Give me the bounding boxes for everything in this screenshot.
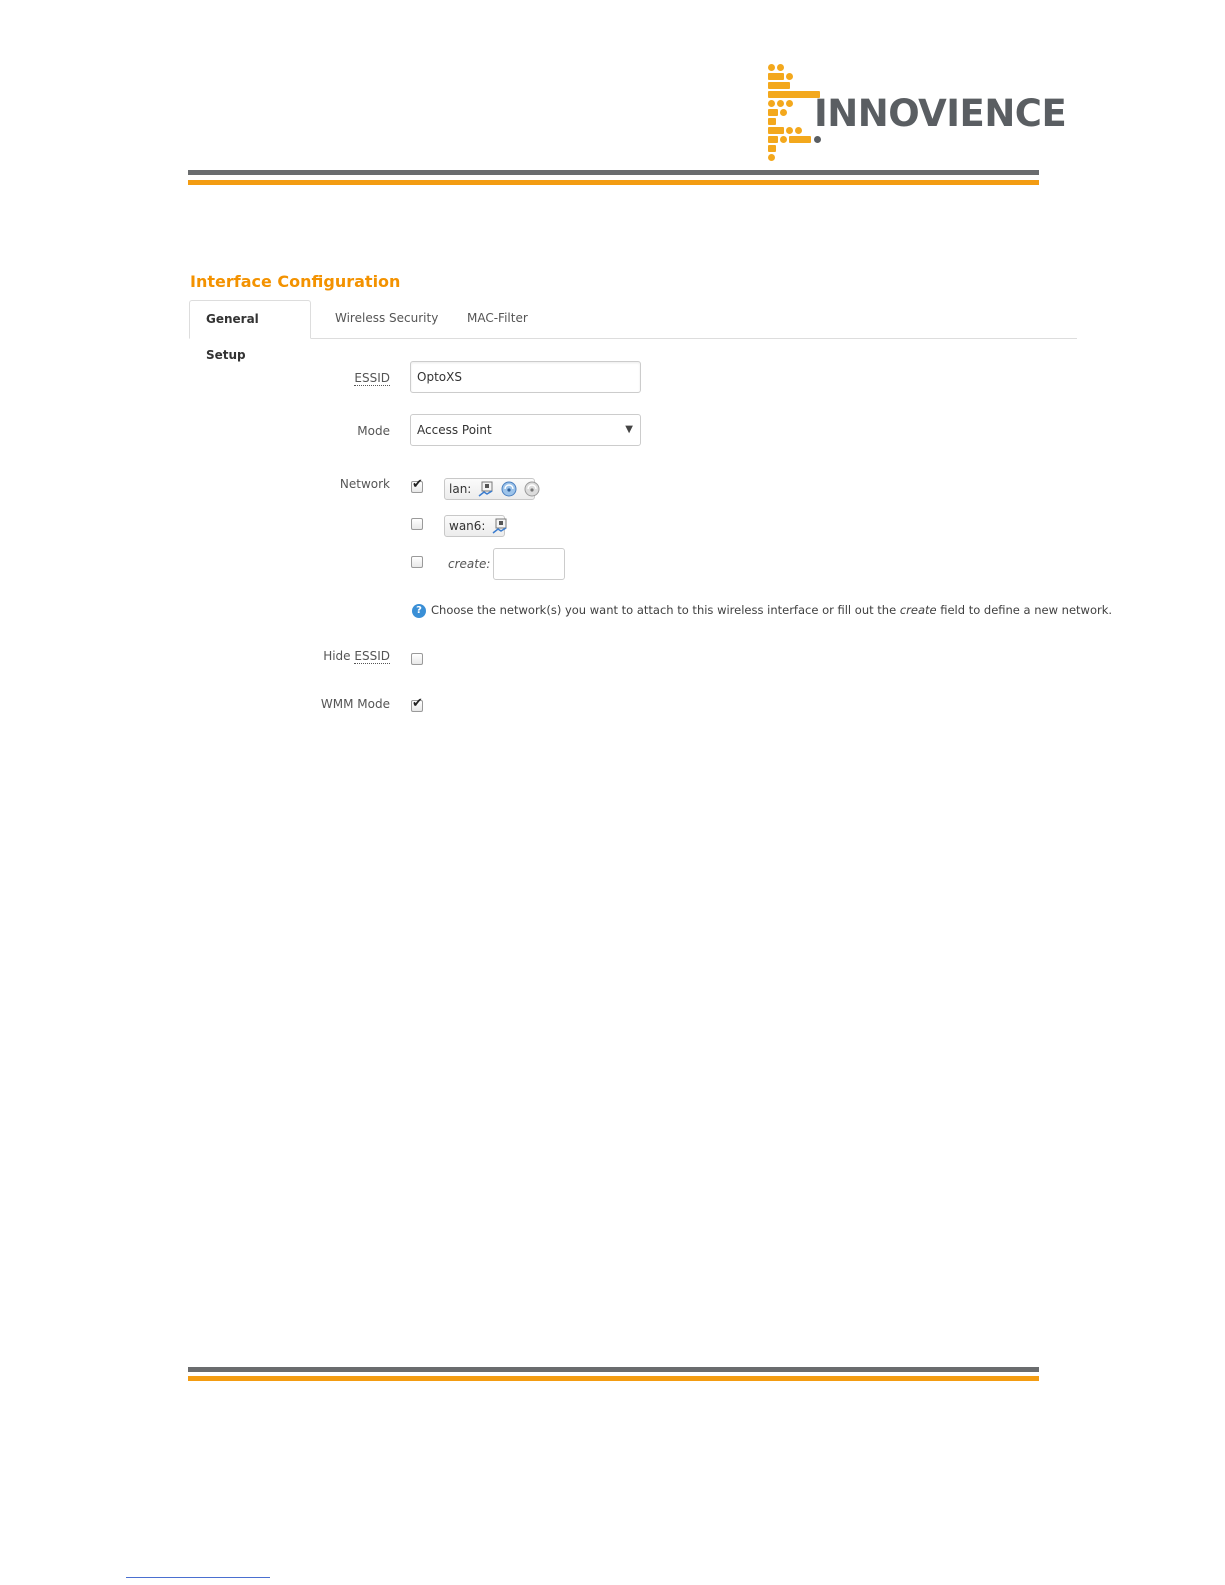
hide-essid-label-pre: Hide — [323, 649, 351, 663]
network-label: Network — [339, 477, 390, 491]
chevron-down-icon: ▼ — [625, 424, 633, 435]
wifi-icon — [524, 481, 540, 496]
tab-general-setup[interactable]: General Setup — [189, 300, 311, 362]
network-lan-name: lan: — [449, 482, 472, 496]
logo-dot — [780, 109, 787, 116]
help-icon: ? — [412, 603, 426, 618]
essid-field[interactable] — [410, 361, 641, 393]
mode-select-value: Access Point — [417, 423, 492, 437]
network-wan6-checkbox[interactable] — [411, 518, 423, 530]
logo-bar — [768, 127, 784, 134]
hide-essid-checkbox[interactable] — [411, 653, 423, 665]
logo-dot — [768, 154, 775, 161]
logo-dot — [795, 127, 802, 134]
logo-bar — [768, 91, 820, 98]
network-lan-checkbox[interactable]: ✔ — [411, 477, 423, 493]
hide-essid-label: Hide ESSID — [323, 649, 390, 664]
logo-bar — [789, 136, 811, 143]
footer-rule-orange — [188, 1376, 1039, 1381]
hide-essid-label-abbr: ESSID — [354, 649, 390, 664]
mode-select[interactable]: Access Point ▼ — [410, 414, 641, 446]
create-network-input[interactable] — [493, 548, 565, 580]
logo-dot — [780, 136, 787, 143]
network-lan-chip: lan: — [444, 478, 540, 500]
essid-label: ESSID — [354, 371, 390, 386]
logo-dot — [786, 73, 793, 80]
header-rule-orange — [188, 180, 1039, 185]
header-rule-gray — [188, 170, 1039, 175]
tab-wireless-security[interactable]: Wireless Security — [319, 300, 454, 338]
checkmark-icon: ✔ — [412, 696, 423, 711]
network-wan6-name: wan6: — [449, 519, 486, 533]
logo-bar — [768, 136, 778, 143]
logo-bar — [768, 118, 776, 125]
logo-bar — [768, 73, 784, 80]
logo-dot — [786, 100, 793, 107]
ethernet-icon — [492, 518, 507, 534]
wmm-mode-checkbox[interactable]: ✔ — [411, 696, 423, 712]
logo-bar — [768, 109, 778, 116]
logo-dot — [777, 64, 784, 71]
wmm-mode-label: WMM Mode — [320, 697, 390, 711]
help-text-em: create — [899, 603, 937, 617]
ethernet-icon — [478, 481, 493, 497]
logo-dot — [768, 64, 775, 71]
tab-bar: General Setup Wireless Security MAC-Filt… — [189, 300, 1077, 362]
footer-link-underline — [126, 1577, 270, 1578]
logo-wordmark: INNOVIENCE — [814, 92, 1067, 135]
tab-mac-filter[interactable]: MAC-Filter — [451, 300, 544, 338]
essid-label-text: ESSID — [354, 371, 390, 386]
logo-dot — [768, 100, 775, 107]
innovience-logo: INNOVIENCE — [768, 62, 1067, 162]
network-wan6-chip: wan6: — [444, 515, 507, 537]
wifi-icon — [501, 481, 517, 496]
footer-rule-gray — [188, 1367, 1039, 1372]
logo-dot — [786, 127, 793, 134]
logo-dot — [814, 136, 821, 143]
help-text-post: field to define a new network. — [940, 603, 1113, 617]
network-help-text: ? Choose the network(s) you want to attac… — [412, 603, 1112, 618]
logo-bar — [768, 82, 790, 89]
section-title: Interface Configuration — [190, 272, 401, 291]
network-create-checkbox[interactable] — [411, 556, 423, 568]
create-label: create: — [448, 557, 491, 571]
help-text-pre: Choose the network(s) you want to attach… — [431, 603, 897, 617]
logo-dot — [777, 100, 784, 107]
checkmark-icon: ✔ — [412, 477, 423, 492]
logo-bar — [768, 145, 776, 152]
mode-label: Mode — [357, 424, 390, 438]
